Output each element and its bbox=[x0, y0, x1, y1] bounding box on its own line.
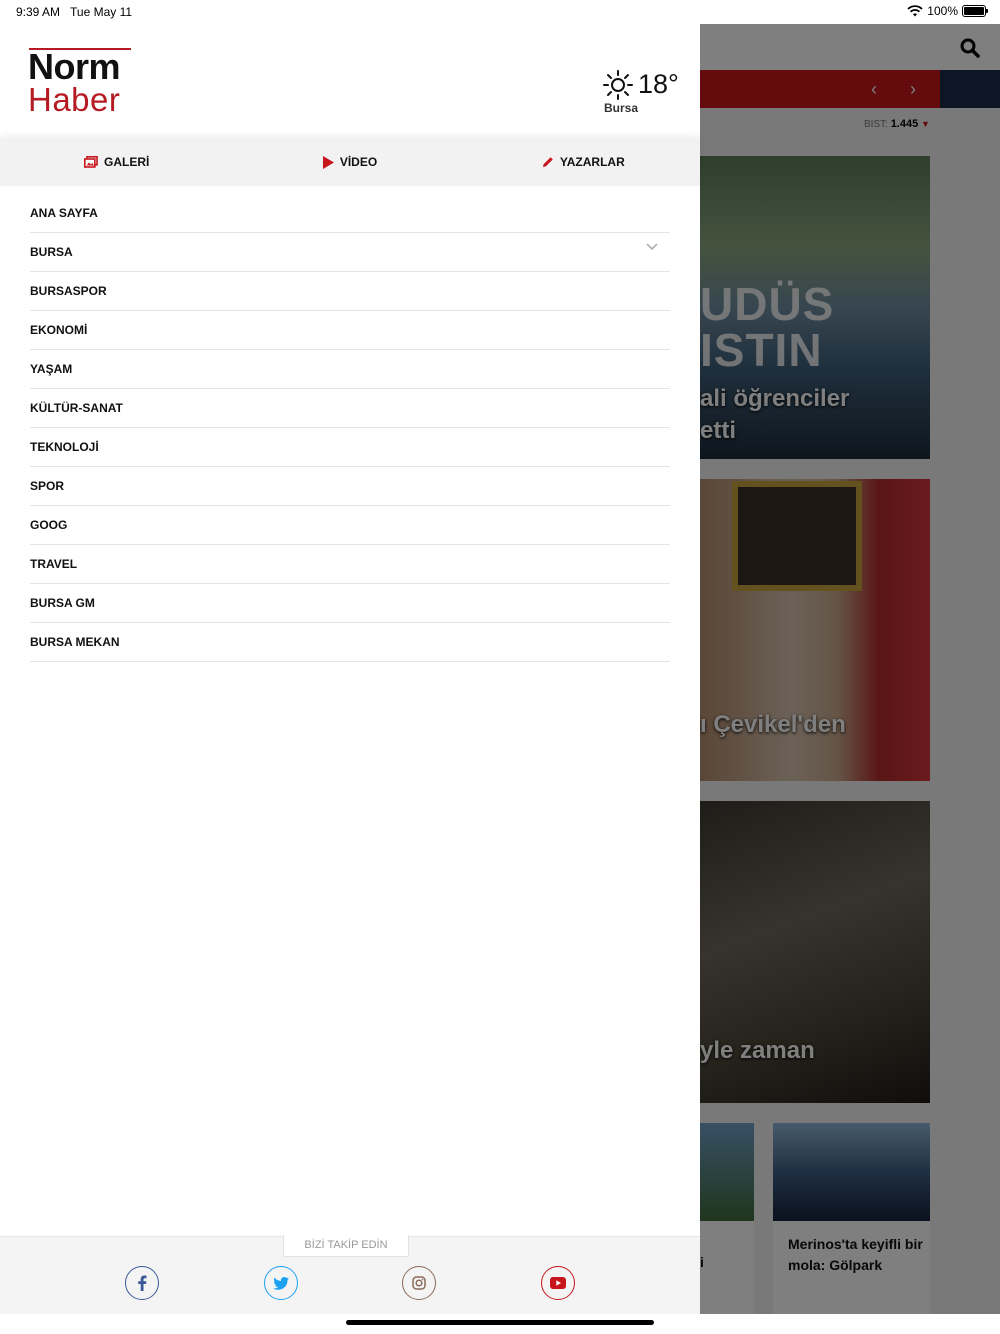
menu-item[interactable]: SPOR bbox=[30, 467, 670, 506]
weather-city: Bursa bbox=[604, 101, 639, 115]
menu-item[interactable]: BURSASPOR bbox=[30, 272, 670, 311]
menu-item[interactable]: ANA SAYFA bbox=[30, 194, 670, 233]
social-footer: BİZİ TAKİP EDİN bbox=[0, 1235, 700, 1314]
drawer-overlay[interactable] bbox=[700, 24, 1000, 1314]
youtube-icon[interactable] bbox=[541, 1266, 575, 1300]
wifi-icon bbox=[907, 5, 923, 17]
status-right: 100% bbox=[907, 4, 988, 18]
twitter-icon[interactable] bbox=[264, 1266, 298, 1300]
category-menu: ANA SAYFA BURSA BURSASPOR EKONOMİ YAŞAM … bbox=[30, 194, 670, 662]
temperature: 18° bbox=[638, 69, 679, 99]
status-bar: 9:39 AM Tue May 11 100% bbox=[0, 0, 1000, 24]
tab-authors[interactable]: YAZARLAR bbox=[467, 138, 700, 186]
instagram-icon[interactable] bbox=[402, 1266, 436, 1300]
play-icon bbox=[322, 155, 334, 169]
side-drawer: Norm Haber 18° Bursa GALERİ VİDEO YAZARL… bbox=[0, 24, 700, 1314]
menu-item[interactable]: TEKNOLOJİ bbox=[30, 428, 670, 467]
menu-item[interactable]: TRAVEL bbox=[30, 545, 670, 584]
menu-item[interactable]: GOOG bbox=[30, 506, 670, 545]
menu-item[interactable]: BURSA bbox=[30, 233, 670, 272]
menu-item[interactable]: BURSA MEKAN bbox=[30, 623, 670, 662]
menu-item[interactable]: KÜLTÜR-SANAT bbox=[30, 389, 670, 428]
status-time: 9:39 AM Tue May 11 bbox=[16, 5, 133, 19]
sun-icon bbox=[603, 70, 633, 100]
menu-item[interactable]: BURSA GM bbox=[30, 584, 670, 623]
gallery-icon bbox=[83, 156, 98, 168]
logo[interactable]: Norm Haber bbox=[28, 48, 132, 116]
menu-item[interactable]: EKONOMİ bbox=[30, 311, 670, 350]
battery-percent: 100% bbox=[927, 4, 958, 18]
chevron-down-icon[interactable] bbox=[646, 243, 658, 251]
tab-gallery[interactable]: GALERİ bbox=[0, 138, 233, 186]
facebook-icon[interactable] bbox=[125, 1266, 159, 1300]
menu-item[interactable]: YAŞAM bbox=[30, 350, 670, 389]
tab-video[interactable]: VİDEO bbox=[233, 138, 466, 186]
home-indicator[interactable] bbox=[346, 1320, 654, 1325]
battery-icon bbox=[962, 5, 988, 17]
pencil-icon bbox=[542, 157, 553, 167]
quick-tabs: GALERİ VİDEO YAZARLAR bbox=[0, 138, 700, 186]
follow-label: BİZİ TAKİP EDİN bbox=[283, 1235, 409, 1257]
